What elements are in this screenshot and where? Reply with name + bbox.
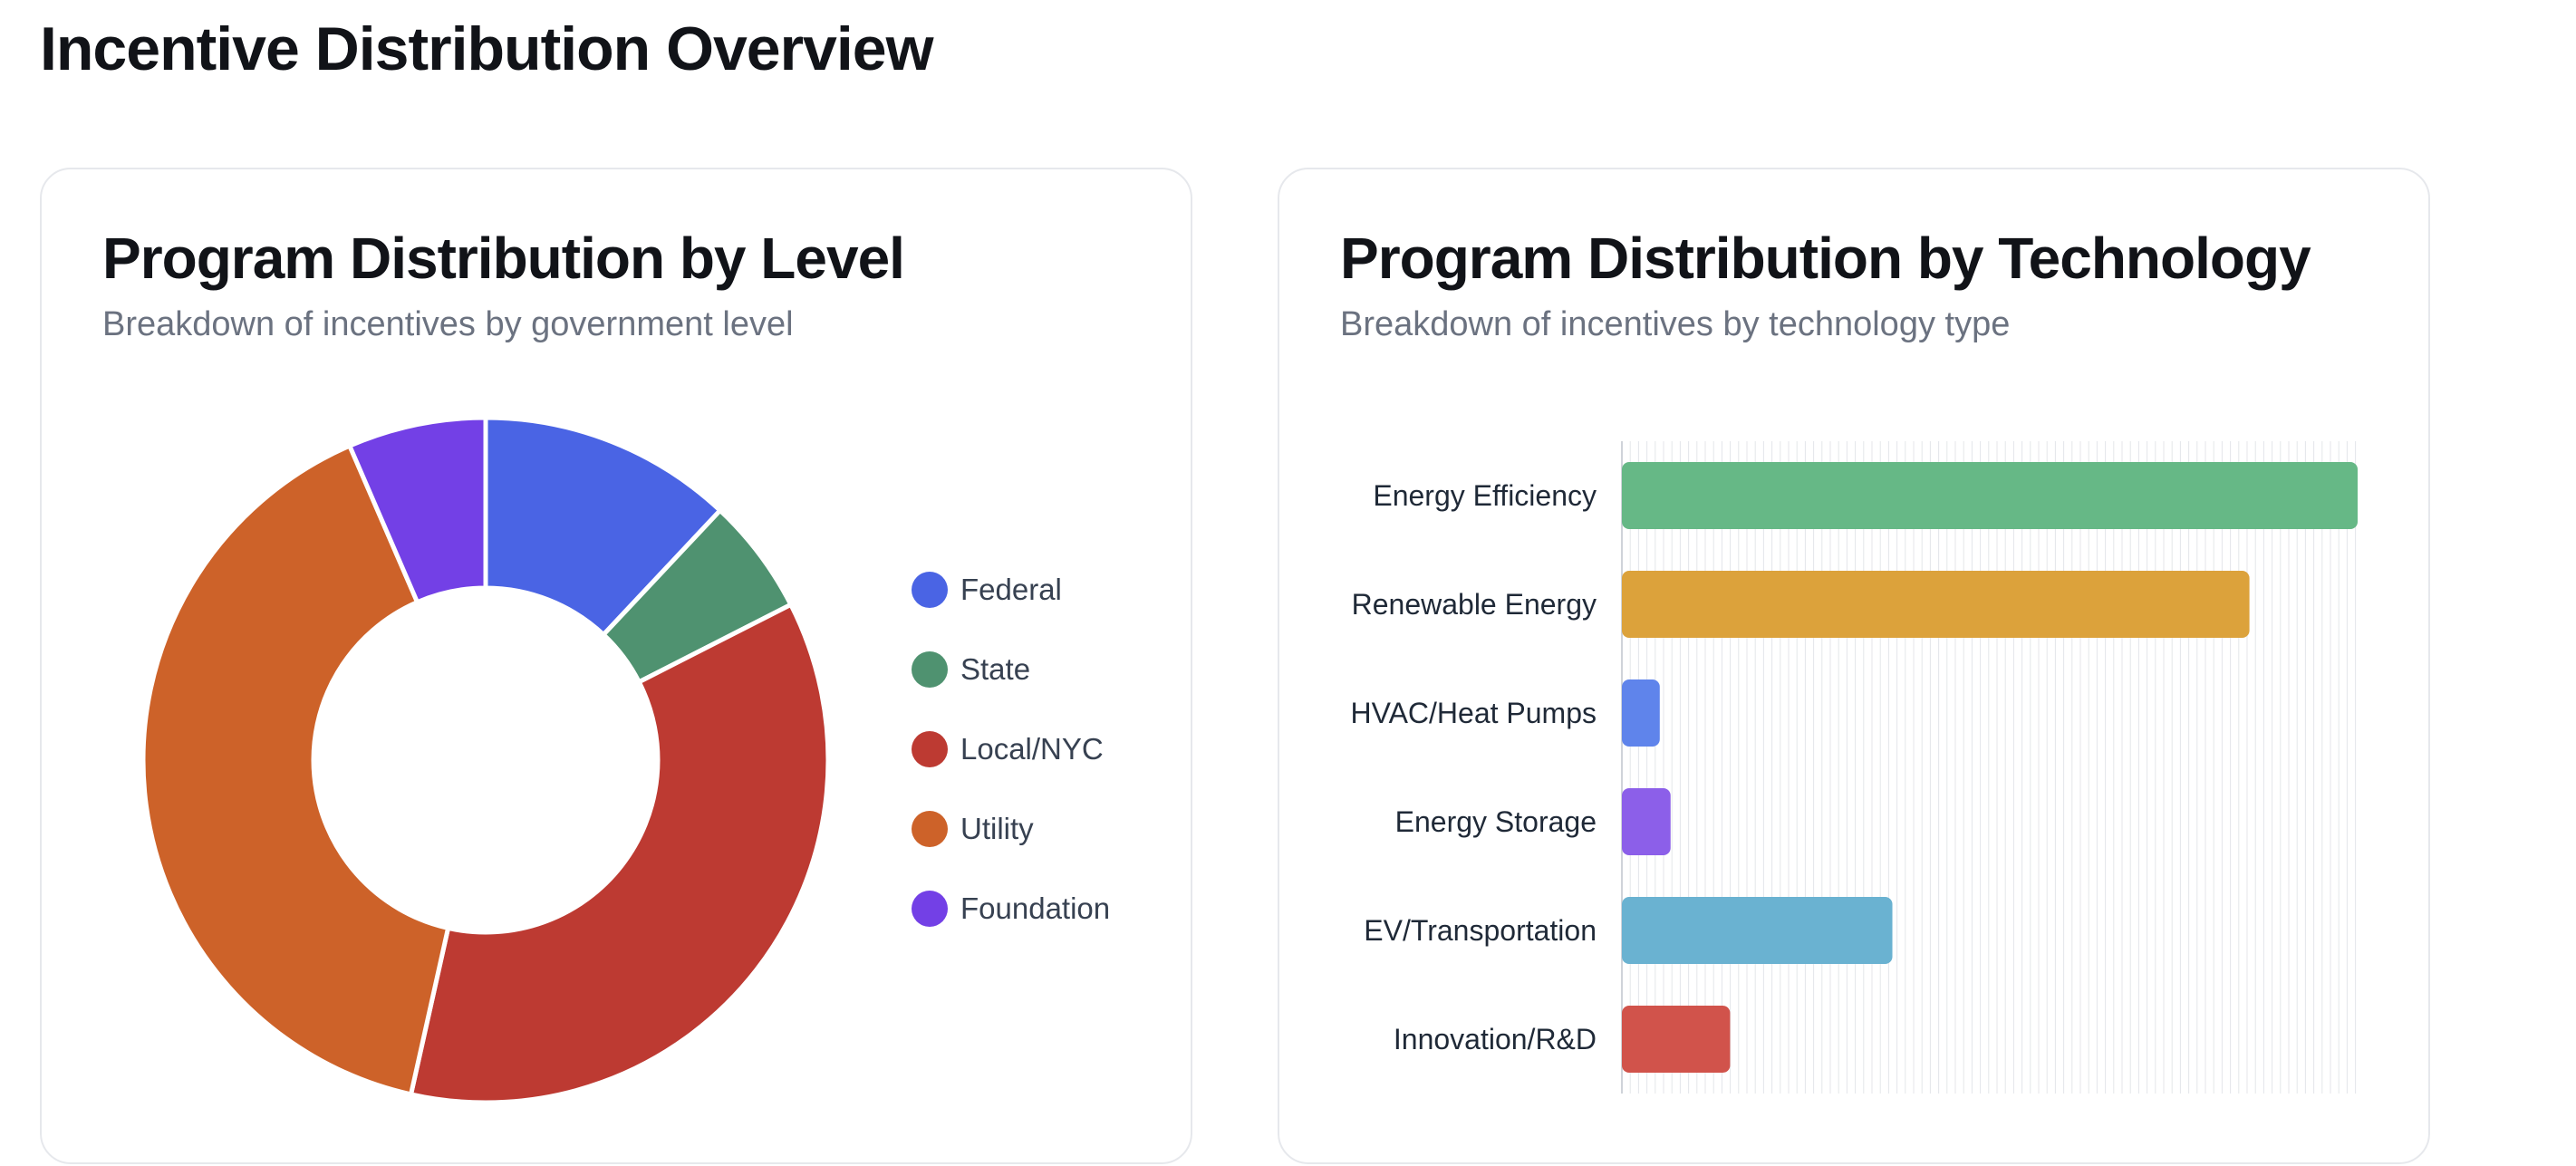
bar-category-label: Innovation/R&D <box>1394 1023 1597 1055</box>
bar-grid <box>1621 441 2357 1094</box>
legend-swatch <box>912 731 948 767</box>
donut-slice-local-nyc[interactable] <box>408 602 831 1105</box>
bar-energy-efficiency[interactable] <box>1622 462 2358 529</box>
bar-category-label: HVAC/Heat Pumps <box>1351 697 1597 729</box>
legend-swatch <box>912 811 948 847</box>
bar-innovation-r-d[interactable] <box>1622 1006 1731 1073</box>
legend-swatch <box>912 651 948 688</box>
bar-category-label: EV/Transportation <box>1364 914 1597 947</box>
bar-ev-transportation[interactable] <box>1622 897 1893 964</box>
legend-label: Utility <box>960 812 1034 845</box>
bar-category-label: Energy Efficiency <box>1373 479 1597 512</box>
legend-label: Local/NYC <box>960 732 1104 766</box>
level-chart-legend: Federal State Local/NYC Utility Foundation <box>912 568 1110 930</box>
legend-item-utility[interactable]: Utility <box>912 807 1110 851</box>
legend-item-foundation[interactable]: Foundation <box>912 887 1110 930</box>
page-title: Incentive Distribution Overview <box>40 14 933 83</box>
legend-label: State <box>960 652 1031 686</box>
bar-energy-storage[interactable] <box>1622 788 1671 855</box>
legend-item-state[interactable]: State <box>912 648 1110 691</box>
bar-category-label: Renewable Energy <box>1352 588 1597 621</box>
bar-hvac-heat-pumps[interactable] <box>1622 679 1660 747</box>
technology-bar-chart: Energy Efficiency Renewable Energy HVAC/He… <box>1351 441 2358 1094</box>
legend-item-federal[interactable]: Federal <box>912 568 1110 612</box>
legend-label: Federal <box>960 573 1062 606</box>
legend-item-local-nyc[interactable]: Local/NYC <box>912 728 1110 771</box>
legend-swatch <box>912 572 948 608</box>
legend-swatch <box>912 891 948 927</box>
bar-category-label: Energy Storage <box>1395 805 1597 838</box>
level-chart-card: Program Distribution by Level Breakdown … <box>40 168 1192 1164</box>
bar-renewable-energy[interactable] <box>1622 571 2250 638</box>
legend-label: Foundation <box>960 891 1111 925</box>
technology-chart-card: Program Distribution by Technology Break… <box>1278 168 2430 1164</box>
